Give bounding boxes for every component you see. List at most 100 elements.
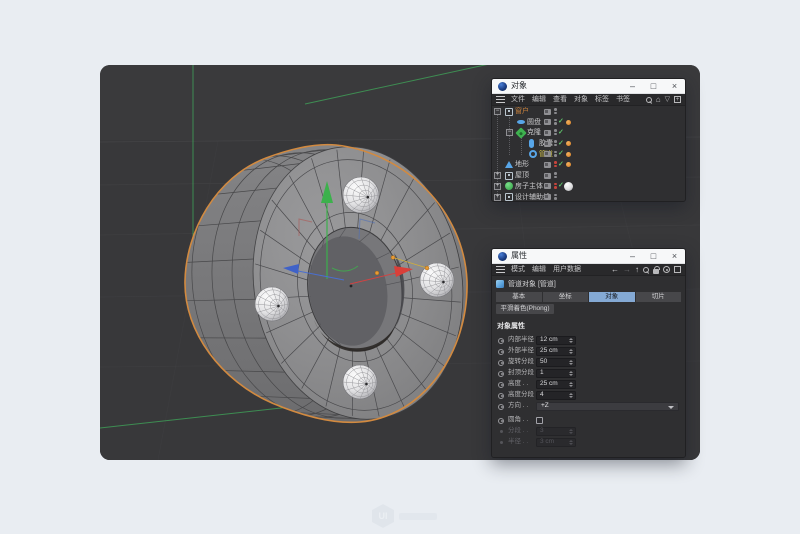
tab-对象[interactable]: 对象 — [589, 292, 635, 302]
visibility-dots[interactable] — [554, 161, 557, 167]
enabled-check-icon[interactable]: ✓ — [558, 128, 564, 138]
tree-row-圆盘[interactable]: 圆盘 ✓ — [492, 117, 685, 128]
number-input[interactable]: 25 cm — [536, 380, 576, 389]
layer-chip-icon[interactable] — [544, 162, 551, 168]
tree-row-管道[interactable]: 管道✓ — [492, 149, 685, 160]
object-label[interactable]: 地形 — [515, 160, 529, 169]
keyframe-circle-icon[interactable] — [500, 430, 503, 433]
expand-icon[interactable]: + — [494, 194, 501, 201]
attributes-menu-0[interactable]: 模式 — [511, 266, 525, 273]
spinner[interactable] — [568, 348, 574, 355]
enabled-check-icon[interactable]: ✓ — [558, 160, 564, 170]
spinner[interactable] — [568, 359, 574, 366]
visibility-dots[interactable] — [554, 194, 557, 200]
keyframe-circle-icon[interactable] — [500, 441, 503, 444]
maximize-button[interactable]: □ — [643, 249, 664, 263]
visibility-dots[interactable] — [554, 129, 557, 135]
tree-row-设计辅助线[interactable]: +设计辅助线 — [492, 192, 685, 203]
keyframe-circle-icon[interactable] — [498, 404, 504, 410]
sphere-object[interactable] — [343, 177, 379, 213]
number-input[interactable]: 25 cm — [536, 347, 576, 356]
expand-icon[interactable]: + — [494, 172, 501, 179]
maximize-button[interactable]: □ — [643, 79, 664, 93]
layer-chip-icon[interactable] — [544, 119, 551, 125]
spinner[interactable] — [568, 370, 574, 377]
tree-row-屋顶[interactable]: + 屋顶 — [492, 170, 685, 181]
keyframe-circle-icon[interactable] — [498, 349, 504, 355]
spinner[interactable] — [568, 428, 574, 435]
number-input[interactable]: 12 cm — [536, 336, 576, 345]
number-input[interactable]: 4 — [536, 391, 576, 400]
layer-chip-icon[interactable] — [544, 130, 551, 136]
object-label[interactable]: 房子主体 — [515, 182, 543, 191]
collapse-icon[interactable]: − — [494, 108, 501, 115]
layer-chip-icon[interactable] — [544, 173, 551, 179]
enabled-check-icon[interactable]: ✓ — [558, 181, 564, 191]
object-label[interactable]: 窗户 — [515, 107, 529, 116]
number-input[interactable]: 50 — [536, 358, 576, 367]
sphere-object[interactable] — [343, 365, 377, 399]
tab-切片[interactable]: 切片 — [636, 292, 682, 302]
object-label[interactable]: 圆盘 — [527, 118, 541, 127]
spinner[interactable] — [568, 392, 574, 399]
hamburger-icon[interactable] — [496, 96, 505, 103]
add-panel-icon[interactable]: + — [674, 96, 681, 103]
close-button[interactable]: × — [664, 79, 685, 93]
spinner[interactable] — [568, 337, 574, 344]
enabled-check-icon[interactable]: ✓ — [558, 149, 564, 159]
tab-坐标[interactable]: 坐标 — [543, 292, 589, 302]
spinner[interactable] — [568, 439, 574, 446]
object-menu-2[interactable]: 查看 — [553, 96, 567, 103]
visibility-dots[interactable] — [554, 140, 557, 146]
layer-chip-icon[interactable] — [544, 151, 551, 157]
collapse-icon[interactable]: − — [506, 129, 513, 136]
object-menu-3[interactable]: 对象 — [574, 96, 588, 103]
direction-dropdown[interactable]: +Z — [536, 402, 679, 411]
home-icon[interactable]: ⌂ — [656, 96, 661, 104]
enabled-check-icon[interactable]: ✓ — [558, 117, 564, 127]
object-window-titlebar[interactable]: 对象 – □ × — [492, 79, 685, 94]
minimize-button[interactable]: – — [622, 79, 643, 93]
tab-phong[interactable]: 平滑着色(Phong) — [496, 304, 554, 314]
object-label[interactable]: 克隆 — [527, 128, 541, 137]
visibility-dots[interactable] — [554, 119, 557, 125]
search-icon[interactable] — [643, 267, 649, 273]
object-label[interactable]: 屋顶 — [515, 171, 529, 180]
visibility-dots[interactable] — [554, 172, 557, 178]
number-input[interactable]: 3 cm — [536, 438, 576, 447]
object-menu-0[interactable]: 文件 — [511, 96, 525, 103]
tree-row-胶囊[interactable]: 胶囊✓ — [492, 138, 685, 149]
layer-chip-icon[interactable] — [544, 183, 551, 189]
new-panel-icon[interactable] — [674, 266, 681, 273]
back-arrow-icon[interactable]: ← — [611, 266, 619, 274]
attributes-window-titlebar[interactable]: 属性 – □ × — [492, 249, 685, 264]
visibility-dots[interactable] — [554, 108, 557, 114]
tag-dot-icon[interactable] — [566, 120, 571, 125]
attributes-menu-1[interactable]: 编辑 — [532, 266, 546, 273]
number-input[interactable]: 1 — [536, 369, 576, 378]
track-icon[interactable] — [663, 266, 670, 273]
keyframe-circle-icon[interactable] — [498, 393, 504, 399]
layer-chip-icon[interactable] — [544, 109, 551, 115]
tag-dot-icon[interactable] — [566, 162, 571, 167]
tag-dot-icon[interactable] — [566, 152, 571, 157]
hamburger-icon[interactable] — [496, 266, 505, 273]
tag-dot-icon[interactable] — [566, 141, 571, 146]
up-arrow-icon[interactable]: ↑ — [635, 266, 639, 274]
expand-icon[interactable]: + — [494, 183, 501, 190]
filter-icon[interactable]: ▽ — [665, 96, 670, 103]
search-icon[interactable] — [646, 97, 652, 103]
object-menu-5[interactable]: 书签 — [616, 96, 630, 103]
layer-chip-icon[interactable] — [544, 194, 551, 200]
sphere-object[interactable] — [255, 287, 289, 321]
object-menu-4[interactable]: 标签 — [595, 96, 609, 103]
tree-row-窗户[interactable]: − 窗户 — [492, 106, 685, 117]
layer-chip-icon[interactable] — [544, 141, 551, 147]
tab-基本[interactable]: 基本 — [496, 292, 542, 302]
tree-row-地形[interactable]: 地形 ✓ — [492, 159, 685, 170]
forward-arrow-icon[interactable]: → — [623, 266, 631, 274]
keyframe-circle-icon[interactable] — [498, 418, 504, 424]
attributes-menu-2[interactable]: 用户数据 — [553, 266, 581, 273]
close-button[interactable]: × — [664, 249, 685, 263]
enabled-check-icon[interactable]: ✓ — [558, 139, 564, 149]
